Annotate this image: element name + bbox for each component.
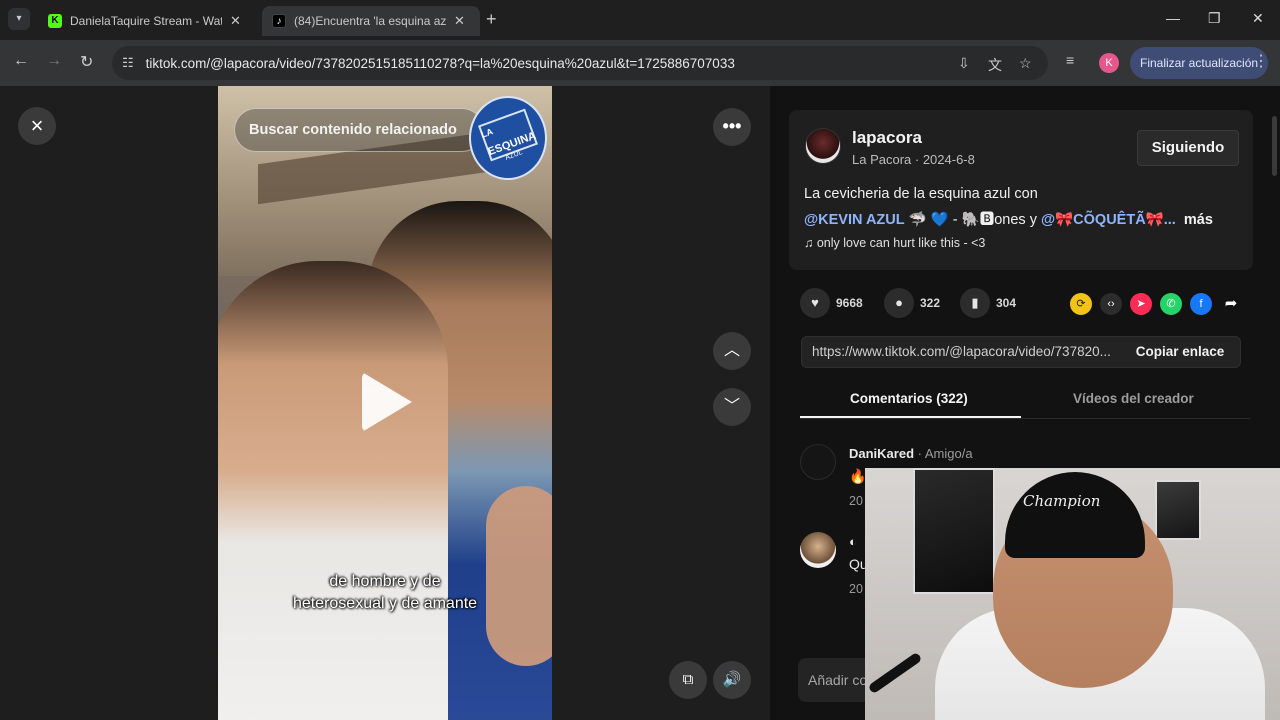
url-text[interactable]: tiktok.com/@lapacora/video/7378202515185…: [146, 56, 735, 71]
post-description: La cevicheria de la esquina azul con: [804, 186, 1038, 202]
site-settings-icon[interactable]: ☷: [122, 55, 134, 71]
video-link[interactable]: https://www.tiktok.com/@lapacora/video/7…: [812, 337, 1122, 367]
wall-poster: [1155, 480, 1201, 540]
reading-list-icon[interactable]: ≡: [1066, 52, 1074, 68]
next-video-icon[interactable]: ﹀: [713, 388, 751, 426]
back-icon[interactable]: ←: [13, 52, 29, 70]
music-track[interactable]: ♫ only love can hurt like this - <3: [804, 236, 985, 250]
mention-link[interactable]: @KEVIN AZUL: [804, 212, 905, 228]
bookmark-star-icon[interactable]: ☆: [1019, 55, 1032, 72]
tab-search-icon[interactable]: ▾: [8, 8, 30, 30]
action-bar: ♥ 9668 ● 322 ▮ 304 ⟳ ‹› ➤ ✆ f ➦: [800, 288, 1260, 318]
whatsapp-icon[interactable]: ✆: [1160, 293, 1182, 315]
minimize-icon[interactable]: —: [1166, 10, 1180, 26]
more-options-icon[interactable]: •••: [713, 108, 751, 146]
volume-icon[interactable]: 🔊: [713, 661, 751, 699]
tiktok-favicon-icon: ♪: [272, 14, 286, 28]
video-player[interactable]: Buscar contenido relacionado LA ESQUINA …: [218, 86, 552, 720]
comment-text: 🔥: [849, 468, 867, 484]
esquina-azul-logo: LA ESQUINA AZUL: [469, 96, 547, 180]
scrollbar[interactable]: [1272, 116, 1277, 176]
comment-time: 20: [849, 494, 863, 508]
send-icon[interactable]: ➤: [1130, 293, 1152, 315]
post-description-line2: @KEVIN AZUL 🦈 💙 - 🐘🅱ones y @🎀CÕQUÊTÃ🎀...…: [804, 208, 1213, 229]
close-window-icon[interactable]: ✕: [1252, 10, 1264, 27]
facebook-icon[interactable]: f: [1190, 293, 1212, 315]
maximize-icon[interactable]: ❐: [1208, 10, 1221, 27]
comment-button[interactable]: ● 322: [884, 288, 940, 318]
forward-icon[interactable]: →: [46, 52, 62, 70]
translate-icon[interactable]: 文: [988, 55, 1002, 75]
save-button[interactable]: ▮ 304: [960, 288, 1016, 318]
floating-player-icon[interactable]: ⧉: [669, 661, 707, 699]
comment-author[interactable]: ◐: [849, 534, 857, 549]
streamer-cap: [1005, 472, 1145, 558]
browser-toolbar: ← → ↻ ☷ tiktok.com/@lapacora/video/73782…: [0, 40, 1280, 86]
tab-close-icon[interactable]: ✕: [230, 13, 241, 29]
comment-count: 322: [920, 296, 941, 310]
tab-creator-videos[interactable]: Vídeos del creador: [1073, 391, 1194, 406]
like-button[interactable]: ♥ 9668: [800, 288, 863, 318]
previous-video-icon[interactable]: ︿: [713, 332, 751, 370]
comment-author-name[interactable]: DaniKared: [849, 446, 914, 461]
save-count: 304: [996, 296, 1017, 310]
mention-link[interactable]: @🎀CÕQUÊTÃ🎀...: [1041, 212, 1176, 228]
profile-avatar[interactable]: K: [1099, 53, 1119, 73]
tab-title: (84)Encuentra 'la esquina azul' e: [294, 14, 446, 28]
caption-line: heterosexual y de amante: [292, 595, 478, 612]
cap-logo-text: Champion: [1023, 492, 1101, 510]
browser-menu-icon[interactable]: ⋮: [1253, 51, 1269, 71]
heart-icon: ♥: [800, 288, 830, 318]
comment-author-name[interactable]: ◐: [849, 534, 857, 549]
video-person: [218, 261, 448, 720]
install-app-icon[interactable]: ⇩: [958, 55, 970, 72]
tab-title: DanielaTaquire Stream - Watch: [70, 14, 222, 28]
microphone: [867, 651, 923, 695]
repost-icon[interactable]: ⟳: [1070, 293, 1092, 315]
comment-icon: ●: [884, 288, 914, 318]
address-bar[interactable]: ☷ tiktok.com/@lapacora/video/73782025151…: [112, 46, 1048, 80]
caption-line: de hombre y de: [329, 573, 441, 590]
bookmark-icon: ▮: [960, 288, 990, 318]
comments-tabs: Comentarios (322) Vídeos del creador: [800, 381, 1250, 419]
username[interactable]: lapacora: [852, 128, 922, 148]
finish-update-button[interactable]: Finalizar actualización: [1130, 47, 1269, 79]
embed-icon[interactable]: ‹›: [1100, 293, 1122, 315]
more-link[interactable]: más: [1184, 212, 1213, 228]
tab-comments[interactable]: Comentarios (322): [850, 391, 968, 406]
video-caption: de hombre y de heterosexual y de amante: [218, 571, 552, 615]
post-info-card: lapacora La Pacora · 2024-6-8 Siguiendo …: [789, 110, 1253, 270]
play-icon[interactable]: [362, 372, 412, 432]
search-related-button[interactable]: Buscar contenido relacionado: [234, 108, 484, 152]
share-arrow-icon[interactable]: ➦: [1220, 293, 1242, 315]
new-tab-button[interactable]: +: [486, 9, 497, 30]
kick-favicon-icon: K: [48, 14, 62, 28]
comment-author[interactable]: DaniKared · Amigo/a: [849, 446, 973, 461]
avatar[interactable]: [805, 128, 841, 164]
copy-link-box: https://www.tiktok.com/@lapacora/video/7…: [801, 336, 1241, 368]
like-count: 9668: [836, 296, 863, 310]
tab-kick-stream[interactable]: K DanielaTaquire Stream - Watch ✕: [38, 6, 258, 36]
close-icon[interactable]: ×: [18, 107, 56, 145]
tab-tiktok[interactable]: ♪ (84)Encuentra 'la esquina azul' e ✕: [262, 6, 480, 36]
post-meta: La Pacora · 2024-6-8: [852, 152, 975, 167]
wall-poster: [913, 468, 995, 594]
following-button[interactable]: Siguiendo: [1137, 130, 1239, 166]
copy-link-button[interactable]: Copiar enlace: [1120, 337, 1240, 367]
browser-tab-bar: ▾ K DanielaTaquire Stream - Watch ✕ ♪ (8…: [0, 0, 1280, 40]
avatar[interactable]: [800, 444, 836, 480]
comment-author-relation: · Amigo/a: [914, 446, 973, 461]
reload-icon[interactable]: ↻: [80, 52, 93, 72]
comment-time: 20: [849, 582, 863, 596]
video-viewer: × Buscar contenido relacionado LA ESQUIN…: [0, 86, 770, 720]
description-text: 🦈 💙 - 🐘🅱ones y: [908, 212, 1037, 228]
active-tab-indicator: [800, 416, 1021, 418]
avatar[interactable]: [800, 532, 836, 568]
add-comment-placeholder: Añadir co: [808, 672, 868, 688]
tab-close-icon[interactable]: ✕: [454, 13, 465, 29]
webcam-overlay: Champion: [865, 468, 1280, 720]
